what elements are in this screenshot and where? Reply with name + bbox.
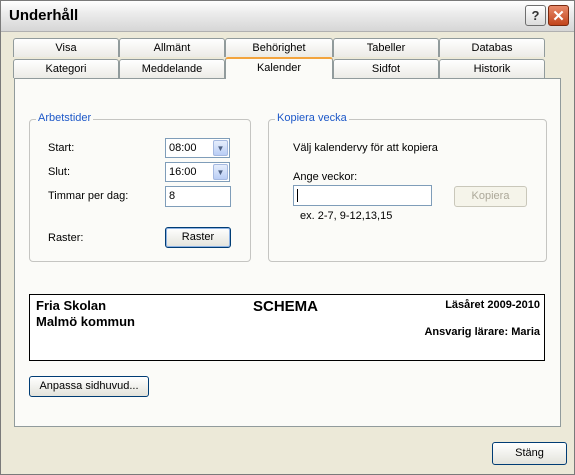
start-time-select[interactable]: 08:00 ▼ (165, 138, 230, 158)
maintenance-dialog: Underhåll ? ✕ Visa Allmänt Behörighet Ta… (0, 0, 575, 475)
tab-sidfot[interactable]: Sidfot (333, 59, 439, 78)
copy-button[interactable]: Kopiera (454, 186, 527, 207)
tab-databas[interactable]: Databas (439, 38, 545, 57)
chevron-down-icon[interactable]: ▼ (213, 164, 228, 180)
tab-allmant[interactable]: Allmänt (119, 38, 225, 57)
arbetstider-group: Arbetstider Start: 08:00 ▼ Slut: 16:00 ▼… (29, 112, 251, 262)
start-label: Start: (48, 142, 75, 154)
start-time-value: 08:00 (169, 142, 197, 154)
municipality-name: Malmö kommun (36, 314, 135, 329)
tab-tabeller[interactable]: Tabeller (333, 38, 439, 57)
slut-label: Slut: (48, 166, 71, 178)
close-window-button[interactable]: ✕ (548, 5, 569, 26)
text-caret (297, 189, 298, 202)
customize-header-button[interactable]: Anpassa sidhuvud... (29, 376, 149, 397)
tab-kalender[interactable]: Kalender (225, 57, 333, 79)
arbetstider-legend: Arbetstider (36, 112, 94, 124)
schedule-title: SCHEMA (253, 298, 319, 315)
window-title: Underhåll (9, 7, 79, 24)
tab-visa[interactable]: Visa (13, 38, 119, 57)
weeks-input[interactable] (293, 185, 432, 206)
page-header-preview: Fria Skolan Malmö kommun SCHEMA Läsåret … (29, 294, 545, 361)
kalender-panel: Arbetstider Start: 08:00 ▼ Slut: 16:00 ▼… (14, 78, 561, 427)
kopiera-vecka-legend: Kopiera vecka (275, 112, 349, 124)
raster-button[interactable]: Raster (165, 227, 231, 248)
raster-label: Raster: (48, 232, 84, 244)
hours-per-day-input[interactable]: 8 (165, 186, 231, 207)
weeks-label: Ange veckor: (293, 171, 358, 183)
end-time-value: 16:00 (169, 166, 197, 178)
copy-instruction: Välj kalendervy för att kopiera (293, 142, 438, 154)
responsible-teacher: Ansvarig lärare: Maria (424, 326, 540, 338)
tab-behorighet[interactable]: Behörighet (225, 38, 333, 57)
end-time-select[interactable]: 16:00 ▼ (165, 162, 230, 182)
kopiera-vecka-group: Kopiera vecka Välj kalendervy för att ko… (268, 112, 547, 262)
weeks-example: ex. 2-7, 9-12,13,15 (300, 210, 393, 222)
chevron-down-icon[interactable]: ▼ (213, 140, 228, 156)
tab-kategori[interactable]: Kategori (13, 59, 119, 78)
tab-meddelande[interactable]: Meddelande (119, 59, 225, 78)
title-bar[interactable]: Underhåll ? ✕ (1, 1, 574, 32)
tab-historik[interactable]: Historik (439, 59, 545, 78)
school-year: Läsåret 2009-2010 (445, 299, 540, 311)
close-button[interactable]: Stäng (492, 442, 567, 465)
hours-per-day-label: Timmar per dag: (48, 190, 129, 202)
school-name: Fria Skolan (36, 298, 107, 313)
help-button[interactable]: ? (525, 5, 546, 26)
